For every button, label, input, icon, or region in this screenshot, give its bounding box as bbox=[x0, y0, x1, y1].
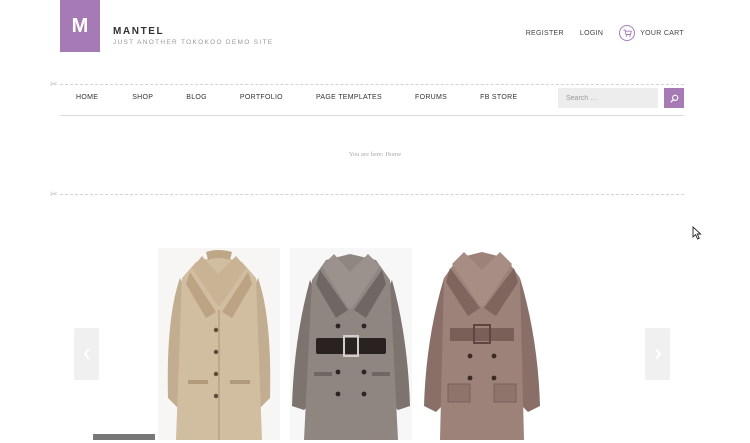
nav-forums[interactable]: FORUMS bbox=[415, 94, 447, 101]
product-image[interactable] bbox=[290, 248, 412, 443]
cart-link[interactable]: YOUR CART bbox=[619, 25, 684, 41]
slider-scrollbar[interactable] bbox=[93, 434, 155, 440]
nav-portfolio[interactable]: PORTFOLIO bbox=[240, 94, 283, 101]
search-icon bbox=[669, 94, 678, 103]
main-nav: HOME SHOP BLOG PORTFOLIO PAGE TEMPLATES … bbox=[76, 94, 517, 101]
chevron-left-icon bbox=[83, 348, 90, 360]
nav-page-templates[interactable]: PAGE TEMPLATES bbox=[316, 94, 382, 101]
breadcrumb: You are here: Home bbox=[348, 151, 402, 158]
nav-fb-store[interactable]: FB STORE bbox=[480, 94, 517, 101]
grey-trench-coat-image bbox=[290, 248, 412, 440]
logo-letter: M bbox=[71, 14, 89, 37]
site-tagline: JUST ANOTHER TOKOKOO DEMO SITE bbox=[113, 39, 274, 46]
cart-icon bbox=[619, 25, 636, 41]
site-title[interactable]: MANTEL bbox=[113, 26, 273, 37]
slider-prev-button[interactable] bbox=[74, 328, 99, 380]
product-image[interactable] bbox=[420, 248, 544, 443]
nav-blog[interactable]: BLOG bbox=[186, 94, 207, 101]
login-link[interactable]: LOGIN bbox=[580, 30, 603, 37]
scissors-icon: ✂ bbox=[50, 79, 58, 89]
slider-next-button[interactable] bbox=[645, 328, 670, 380]
divider bbox=[60, 84, 684, 85]
divider bbox=[60, 194, 684, 195]
search-input[interactable] bbox=[558, 88, 658, 108]
search-button[interactable] bbox=[664, 88, 684, 108]
product-image[interactable] bbox=[158, 248, 280, 443]
nav-shop[interactable]: SHOP bbox=[132, 94, 153, 101]
header-links: REGISTER LOGIN YOUR CART bbox=[526, 25, 684, 41]
mouse-cursor-icon bbox=[692, 226, 702, 240]
brand: MANTEL JUST ANOTHER TOKOKOO DEMO SITE bbox=[113, 26, 273, 46]
brown-coat-image bbox=[420, 248, 544, 440]
cart-label: YOUR CART bbox=[640, 29, 684, 37]
site-logo[interactable]: M bbox=[60, 0, 100, 52]
nav-home[interactable]: HOME bbox=[76, 94, 98, 101]
scissors-icon: ✂ bbox=[50, 189, 58, 199]
beige-coat-image bbox=[158, 248, 280, 440]
nav-divider bbox=[60, 115, 684, 116]
chevron-right-icon bbox=[654, 348, 661, 360]
register-link[interactable]: REGISTER bbox=[526, 30, 564, 37]
